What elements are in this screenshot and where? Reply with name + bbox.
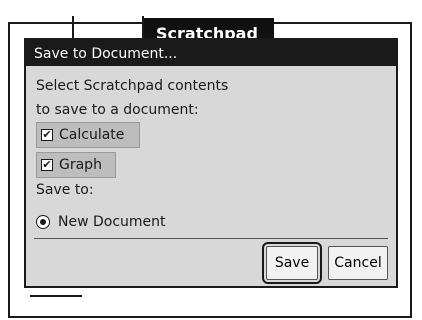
save-to-label: Save to:	[36, 182, 94, 198]
window-controls	[346, 18, 410, 40]
save-to-document-dialog: Save to Document... Select Scratchpad co…	[24, 38, 398, 288]
new-document-radio-row[interactable]: New Document	[36, 212, 166, 232]
save-button[interactable]: Save	[262, 242, 322, 284]
new-document-radio[interactable]	[36, 215, 50, 229]
cancel-button[interactable]: Cancel	[328, 246, 388, 280]
calculate-checkbox-label: Calculate	[59, 127, 125, 143]
calculate-checkbox[interactable]: ✔	[41, 129, 53, 141]
bg-divider	[30, 295, 82, 297]
dialog-title: Save to Document...	[26, 40, 396, 66]
graph-checkbox[interactable]: ✔	[41, 159, 53, 171]
calculate-checkbox-row[interactable]: ✔ Calculate	[36, 122, 140, 148]
dialog-divider	[34, 238, 388, 239]
dialog-prompt-line-1: Select Scratchpad contents	[36, 78, 229, 94]
dialog-prompt-line-2: to save to a document:	[36, 102, 199, 118]
graph-checkbox-label: Graph	[59, 157, 102, 173]
new-document-label: New Document	[58, 214, 166, 230]
graph-checkbox-row[interactable]: ✔ Graph	[36, 152, 116, 178]
